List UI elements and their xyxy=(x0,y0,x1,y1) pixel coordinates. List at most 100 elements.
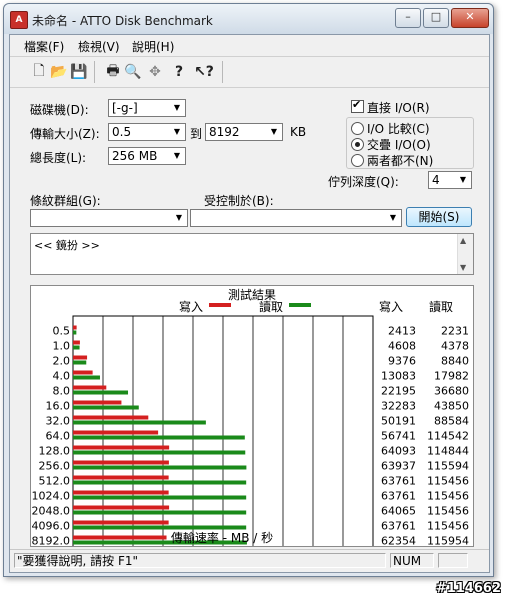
neither-radio[interactable] xyxy=(351,154,364,167)
chevron-down-icon[interactable]: ▼ xyxy=(172,211,186,225)
read-value: 115456 xyxy=(427,505,469,518)
write-bar xyxy=(73,355,88,360)
transfer-size-from-select[interactable]: 0.5 ▼ xyxy=(108,123,186,141)
results-panel: 測試結果 寫入 讀取 寫入 讀取 02040608010012014016018… xyxy=(30,285,474,564)
open-folder-icon[interactable]: 📂 xyxy=(50,63,68,81)
io-compare-radio[interactable] xyxy=(351,122,364,135)
write-value: 63937 xyxy=(381,460,416,473)
notes-scrollbar[interactable]: ▲ ▼ xyxy=(457,234,473,274)
minimize-button[interactable]: – xyxy=(395,8,421,28)
write-value: 64065 xyxy=(381,505,416,518)
move-icon[interactable]: ✥ xyxy=(146,63,164,81)
drive-select[interactable]: [-g-] ▼ xyxy=(108,99,186,117)
write-value: 9376 xyxy=(388,355,416,368)
write-value: 64093 xyxy=(381,445,416,458)
total-length-label: 總長度(L): xyxy=(30,151,87,165)
write-bar xyxy=(73,535,167,540)
y-tick-label: 64.0 xyxy=(46,430,71,443)
legend-write-swatch xyxy=(209,303,231,307)
read-bar xyxy=(73,345,80,350)
notes-textarea[interactable]: << 鏡扮 >> ▲ ▼ xyxy=(30,233,474,275)
to-label: 到 xyxy=(190,127,203,141)
write-value: 4608 xyxy=(388,340,416,353)
read-value: 36680 xyxy=(434,385,469,398)
chevron-down-icon[interactable]: ▼ xyxy=(170,125,184,139)
save-icon[interactable]: 💾 xyxy=(70,63,88,81)
chevron-down-icon[interactable]: ▼ xyxy=(170,101,184,115)
overlapped-io-label: 交疊 I/O(O) xyxy=(367,138,431,152)
read-bar xyxy=(73,480,247,485)
write-bar xyxy=(73,445,170,450)
menu-file[interactable]: 檔案(F) xyxy=(24,38,64,55)
read-value: 115456 xyxy=(427,475,469,488)
y-tick-label: 1024.0 xyxy=(32,490,71,503)
new-file-icon[interactable]: 🗋 xyxy=(30,63,48,81)
stripe-group-select[interactable]: ▼ xyxy=(30,209,188,227)
read-bar xyxy=(73,465,247,470)
transfer-size-label: 傳輸大小(Z): xyxy=(30,127,100,141)
print-icon[interactable]: 🖶 xyxy=(104,63,122,81)
controlled-by-select[interactable]: ▼ xyxy=(190,209,402,227)
write-bar xyxy=(73,460,169,465)
status-empty-panel xyxy=(438,553,468,568)
menu-bar: 檔案(F) 檢視(V) 說明(H) xyxy=(10,35,489,55)
maximize-button[interactable]: □ xyxy=(423,8,449,28)
app-icon[interactable]: A xyxy=(10,11,28,29)
write-bar xyxy=(73,385,107,390)
total-length-select[interactable]: 256 MB ▼ xyxy=(108,147,186,165)
y-tick-label: 32.0 xyxy=(46,415,71,428)
print-preview-icon[interactable]: 🔍 xyxy=(124,63,142,81)
y-tick-label: 2048.0 xyxy=(32,505,71,518)
direct-io-checkbox[interactable] xyxy=(351,98,364,113)
toolbar: 🗋 📂 💾 🖶 🔍 ✥ ? ↖? xyxy=(10,56,489,88)
y-tick-label: 1.0 xyxy=(53,340,71,353)
y-tick-label: 128.0 xyxy=(39,445,71,458)
watermark: #114662 xyxy=(435,581,501,596)
write-bar xyxy=(73,400,122,405)
start-button[interactable]: 開始(S) xyxy=(406,207,472,227)
stripe-group-label: 條紋群組(G): xyxy=(30,194,101,208)
title-bar[interactable]: A 未命名 - ATTO Disk Benchmark – □ ✕ xyxy=(4,4,493,34)
write-column-header: 寫入 xyxy=(379,299,403,314)
write-bar xyxy=(73,520,169,525)
client-area: 檔案(F) 檢視(V) 說明(H) 🗋 📂 💾 🖶 🔍 ✥ ? ↖? 磁碟機(D… xyxy=(9,34,490,573)
y-tick-label: 4.0 xyxy=(53,370,71,383)
chevron-down-icon[interactable]: ▼ xyxy=(386,211,400,225)
scroll-up-icon[interactable]: ▲ xyxy=(460,236,466,245)
toolbar-separator xyxy=(222,61,223,83)
write-value: 50191 xyxy=(381,415,416,428)
drive-label: 磁碟機(D): xyxy=(30,103,89,117)
x-axis-label: 傳輸速率 - MB / 秒 xyxy=(171,530,273,545)
y-tick-label: 2.0 xyxy=(53,355,71,368)
chevron-down-icon[interactable]: ▼ xyxy=(170,149,184,163)
menu-help[interactable]: 說明(H) xyxy=(132,38,174,55)
context-help-icon[interactable]: ↖? xyxy=(192,63,216,81)
write-bar xyxy=(73,505,170,510)
y-tick-label: 8.0 xyxy=(53,385,71,398)
menu-view[interactable]: 檢視(V) xyxy=(78,38,120,55)
read-value: 88584 xyxy=(434,415,469,428)
legend-write-label: 寫入 xyxy=(179,299,203,314)
read-bar xyxy=(73,420,206,425)
legend-read-label: 讀取 xyxy=(259,300,283,314)
status-help-text: "要獲得說明, 請按 F1" xyxy=(14,553,386,568)
toolbar-separator xyxy=(94,61,95,83)
app-window: A 未命名 - ATTO Disk Benchmark – □ ✕ 檔案(F) … xyxy=(3,3,494,577)
help-icon[interactable]: ? xyxy=(170,63,188,81)
transfer-size-to-select[interactable]: 8192 ▼ xyxy=(205,123,283,141)
legend-read-swatch xyxy=(289,303,311,307)
read-value: 115594 xyxy=(427,460,469,473)
write-value: 13083 xyxy=(381,370,416,383)
write-value: 22195 xyxy=(381,385,416,398)
close-button[interactable]: ✕ xyxy=(451,8,489,28)
notes-text: << 鏡扮 >> xyxy=(34,239,100,252)
scroll-down-icon[interactable]: ▼ xyxy=(460,263,466,272)
overlapped-io-radio[interactable] xyxy=(351,138,364,151)
read-bar xyxy=(73,390,129,395)
queue-depth-select[interactable]: 4 ▼ xyxy=(428,171,472,189)
chevron-down-icon[interactable]: ▼ xyxy=(267,125,281,139)
read-value: 115456 xyxy=(427,490,469,503)
chevron-down-icon[interactable]: ▼ xyxy=(456,173,470,187)
read-value: 17982 xyxy=(434,370,469,383)
queue-depth-value: 4 xyxy=(432,173,440,187)
